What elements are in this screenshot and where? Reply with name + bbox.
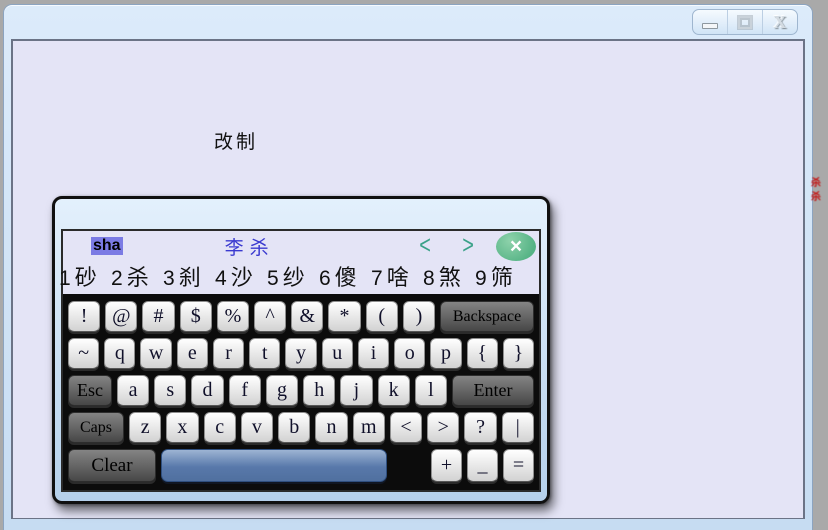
- key-exclamation[interactable]: !: [68, 301, 100, 332]
- key-u[interactable]: u: [322, 338, 353, 369]
- key-q[interactable]: q: [104, 338, 135, 369]
- key-backspace[interactable]: Backspace: [440, 301, 534, 332]
- ime-close-button[interactable]: ×: [496, 232, 536, 261]
- minimize-icon: [702, 23, 718, 29]
- key-g[interactable]: g: [266, 375, 298, 406]
- key-n[interactable]: n: [315, 412, 347, 443]
- composition-input[interactable]: sha: [91, 237, 123, 255]
- keyboard-row-1: ! @ # $ % ^ & * ( ) Backspace: [68, 301, 534, 332]
- ime-popup: sha 李杀 < > × 1砂 2杀 3刹 4沙 5纱 6傻 7啥 8煞: [52, 196, 550, 504]
- key-d[interactable]: d: [191, 375, 223, 406]
- virtual-keyboard: ! @ # $ % ^ & * ( ) Backspace ~ q w e: [63, 294, 539, 490]
- key-tilde[interactable]: ~: [68, 338, 99, 369]
- key-equals[interactable]: =: [503, 449, 534, 482]
- key-percent[interactable]: %: [217, 301, 249, 332]
- candidate-row: 1砂 2杀 3刹 4沙 5纱 6傻 7啥 8煞 9筛: [59, 259, 539, 292]
- key-h[interactable]: h: [303, 375, 335, 406]
- candidate-4[interactable]: 4沙: [215, 260, 267, 292]
- maximize-button[interactable]: [728, 10, 763, 34]
- key-less-than[interactable]: <: [390, 412, 422, 443]
- candidate-preview[interactable]: 李杀: [225, 233, 275, 260]
- minimize-button[interactable]: [693, 10, 728, 34]
- candidate-6[interactable]: 6傻: [319, 260, 371, 292]
- key-e[interactable]: e: [177, 338, 208, 369]
- close-icon: X: [774, 12, 787, 33]
- key-a[interactable]: a: [117, 375, 149, 406]
- key-question[interactable]: ?: [464, 412, 496, 443]
- key-dollar[interactable]: $: [180, 301, 212, 332]
- key-j[interactable]: j: [340, 375, 372, 406]
- key-r[interactable]: r: [213, 338, 244, 369]
- red-edge-artifact: 杀杀: [811, 177, 824, 209]
- key-ampersand[interactable]: &: [291, 301, 323, 332]
- ime-panel: sha 李杀 < > × 1砂 2杀 3刹 4沙 5纱 6傻 7啥 8煞: [61, 229, 541, 492]
- key-pipe[interactable]: |: [502, 412, 534, 443]
- key-k[interactable]: k: [378, 375, 410, 406]
- key-esc[interactable]: Esc: [68, 375, 112, 406]
- key-x[interactable]: x: [166, 412, 198, 443]
- candidate-7[interactable]: 7啥: [371, 260, 423, 292]
- candidate-panel: sha 李杀 < > × 1砂 2杀 3刹 4沙 5纱 6傻 7啥 8煞: [63, 231, 539, 294]
- space-key[interactable]: [161, 449, 387, 482]
- key-hash[interactable]: #: [142, 301, 174, 332]
- key-greater-than[interactable]: >: [427, 412, 459, 443]
- key-y[interactable]: y: [285, 338, 316, 369]
- key-v[interactable]: v: [241, 412, 273, 443]
- candidate-9[interactable]: 9筛: [475, 260, 527, 292]
- candidate-5[interactable]: 5纱: [267, 260, 319, 292]
- key-s[interactable]: s: [154, 375, 186, 406]
- key-i[interactable]: i: [358, 338, 389, 369]
- ime-close-icon: ×: [510, 236, 522, 257]
- key-c[interactable]: c: [204, 412, 236, 443]
- key-clear[interactable]: Clear: [68, 449, 156, 482]
- keyboard-row-2: ~ q w e r t y u i o p { }: [68, 338, 534, 369]
- key-brace-right[interactable]: }: [503, 338, 534, 369]
- maximize-icon: [738, 16, 752, 29]
- desktop: X 改制 杀杀 sha 李杀 < > × 1砂: [0, 0, 828, 530]
- key-at[interactable]: @: [105, 301, 137, 332]
- close-button[interactable]: X: [763, 10, 797, 34]
- key-asterisk[interactable]: *: [328, 301, 360, 332]
- key-f[interactable]: f: [229, 375, 261, 406]
- key-t[interactable]: t: [249, 338, 280, 369]
- key-caret[interactable]: ^: [254, 301, 286, 332]
- key-l[interactable]: l: [415, 375, 447, 406]
- keyboard-row-4: Caps z x c v b n m < > ? |: [68, 412, 534, 443]
- next-page-arrow[interactable]: >: [462, 231, 474, 261]
- candidate-8[interactable]: 8煞: [423, 260, 475, 292]
- key-brace-left[interactable]: {: [467, 338, 498, 369]
- prev-page-arrow[interactable]: <: [420, 231, 432, 261]
- key-b[interactable]: b: [278, 412, 310, 443]
- candidate-2[interactable]: 2杀: [111, 260, 163, 292]
- key-p[interactable]: p: [430, 338, 461, 369]
- key-z[interactable]: z: [129, 412, 161, 443]
- key-caps[interactable]: Caps: [68, 412, 124, 443]
- key-paren-left[interactable]: (: [366, 301, 398, 332]
- key-o[interactable]: o: [394, 338, 425, 369]
- candidate-1[interactable]: 1砂: [59, 260, 111, 292]
- key-w[interactable]: w: [140, 338, 171, 369]
- candidate-3[interactable]: 3刹: [163, 260, 215, 292]
- key-enter[interactable]: Enter: [452, 375, 534, 406]
- key-plus[interactable]: +: [431, 449, 462, 482]
- key-paren-right[interactable]: ): [403, 301, 435, 332]
- key-underscore[interactable]: _: [467, 449, 498, 482]
- key-m[interactable]: m: [353, 412, 385, 443]
- keyboard-row-3: Esc a s d f g h j k l Enter: [68, 375, 534, 406]
- composition-bar: sha 李杀 < > ×: [63, 233, 539, 259]
- document-text: 改制: [214, 127, 258, 154]
- keyboard-row-5: Clear + _ =: [68, 449, 534, 482]
- window-controls: X: [692, 9, 798, 35]
